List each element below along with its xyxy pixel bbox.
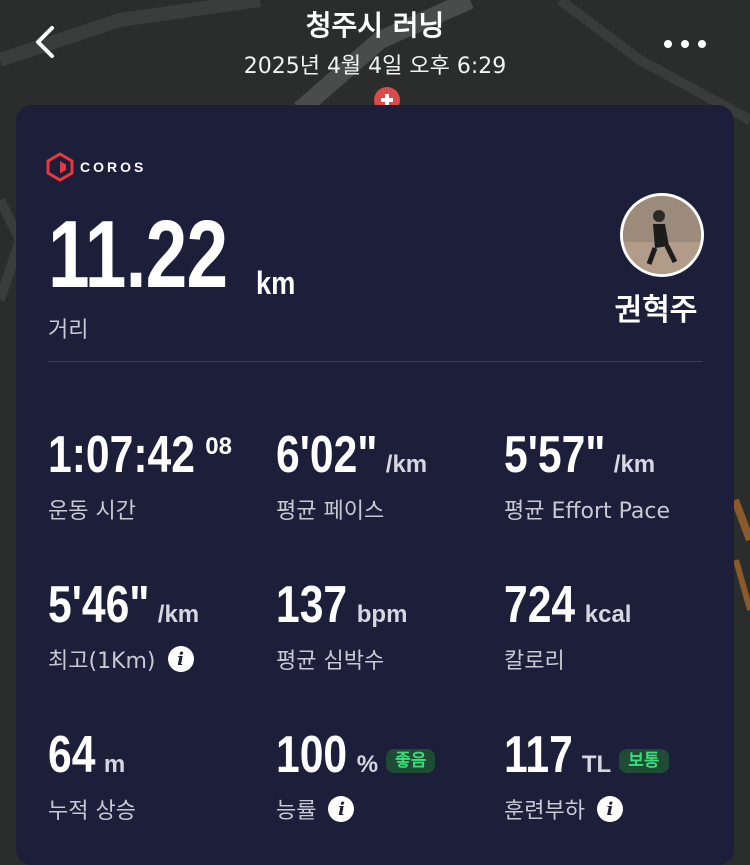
- page-title: 청주시 러닝: [305, 9, 445, 42]
- distance-unit: km: [256, 265, 296, 301]
- stat-training-load: 117 TL 보통 훈련부하 i: [504, 727, 669, 825]
- stat-value: 100: [276, 726, 348, 784]
- user-name: 권혁주: [614, 293, 698, 328]
- stat-centiseconds: 08: [205, 433, 232, 460]
- stat-unit: /km: [157, 601, 200, 628]
- avatar-photo: [623, 196, 701, 274]
- stat-calories: 724 kcal 칼로리: [504, 577, 631, 675]
- stat-label: 능률: [276, 799, 317, 824]
- stat-value: 117: [504, 726, 573, 784]
- stat-unit: TL: [581, 751, 612, 778]
- stat-label: 평균 심박수: [276, 649, 385, 674]
- info-icon[interactable]: i: [167, 646, 194, 672]
- stat-label: 평균 Effort Pace: [504, 499, 671, 524]
- stat-unit: bpm: [356, 601, 408, 628]
- stat-value: 5'57": [504, 426, 606, 484]
- stat-label: 평균 페이스: [276, 499, 385, 524]
- activity-datetime: 2025년 4월 4일 오후 6:29: [243, 54, 507, 79]
- status-badge: 좋음: [386, 749, 436, 773]
- activity-summary-card: COROS 11.22 km 거리 권혁주 1:07:42 08 운동 시간 6…: [16, 105, 734, 865]
- stat-unit: /km: [613, 451, 656, 478]
- status-badge: 보통: [619, 749, 669, 773]
- stat-duration: 1:07:42 08 운동 시간: [48, 427, 232, 525]
- coros-logo: COROS: [46, 151, 146, 183]
- stat-unit: m: [103, 751, 126, 778]
- stat-value: 5'46": [48, 576, 150, 634]
- top-bar: 청주시 러닝 2025년 4월 4일 오후 6:29: [0, 0, 750, 100]
- stat-label: 누적 상승: [48, 799, 136, 824]
- stat-value: 6'02": [276, 426, 378, 484]
- stat-label: 칼로리: [504, 649, 565, 674]
- brand-name: COROS: [80, 159, 147, 175]
- stat-label: 운동 시간: [48, 499, 136, 524]
- stat-value: 137: [276, 576, 348, 634]
- coros-hexagon-icon: [46, 152, 74, 182]
- avatar[interactable]: [620, 193, 704, 277]
- stat-avg-heart-rate: 137 bpm 평균 심박수: [276, 577, 407, 675]
- stat-label: 최고(1Km): [48, 649, 156, 674]
- stat-elevation-gain: 64 m 누적 상승: [48, 727, 136, 825]
- stat-value: 64: [48, 726, 96, 784]
- stat-unit: %: [356, 751, 379, 778]
- stat-avg-pace: 6'02" /km 평균 페이스: [276, 427, 427, 525]
- info-icon[interactable]: i: [596, 796, 623, 822]
- stat-value: 1:07:42: [48, 426, 195, 484]
- more-options-icon[interactable]: [660, 32, 710, 56]
- stat-best-1km: 5'46" /km 최고(1Km) i: [48, 577, 199, 675]
- stat-effort-pace: 5'57" /km 평균 Effort Pace: [504, 427, 670, 525]
- stat-unit: /km: [385, 451, 428, 478]
- stat-label: 훈련부하: [504, 799, 585, 824]
- distance-label: 거리: [48, 318, 89, 343]
- info-icon[interactable]: i: [328, 796, 355, 822]
- distance-value: 11.22: [48, 201, 228, 308]
- stat-unit: kcal: [584, 601, 632, 628]
- stat-efficiency: 100 % 좋음 능률 i: [276, 726, 436, 825]
- stat-value: 724: [504, 576, 576, 634]
- divider: [48, 361, 702, 362]
